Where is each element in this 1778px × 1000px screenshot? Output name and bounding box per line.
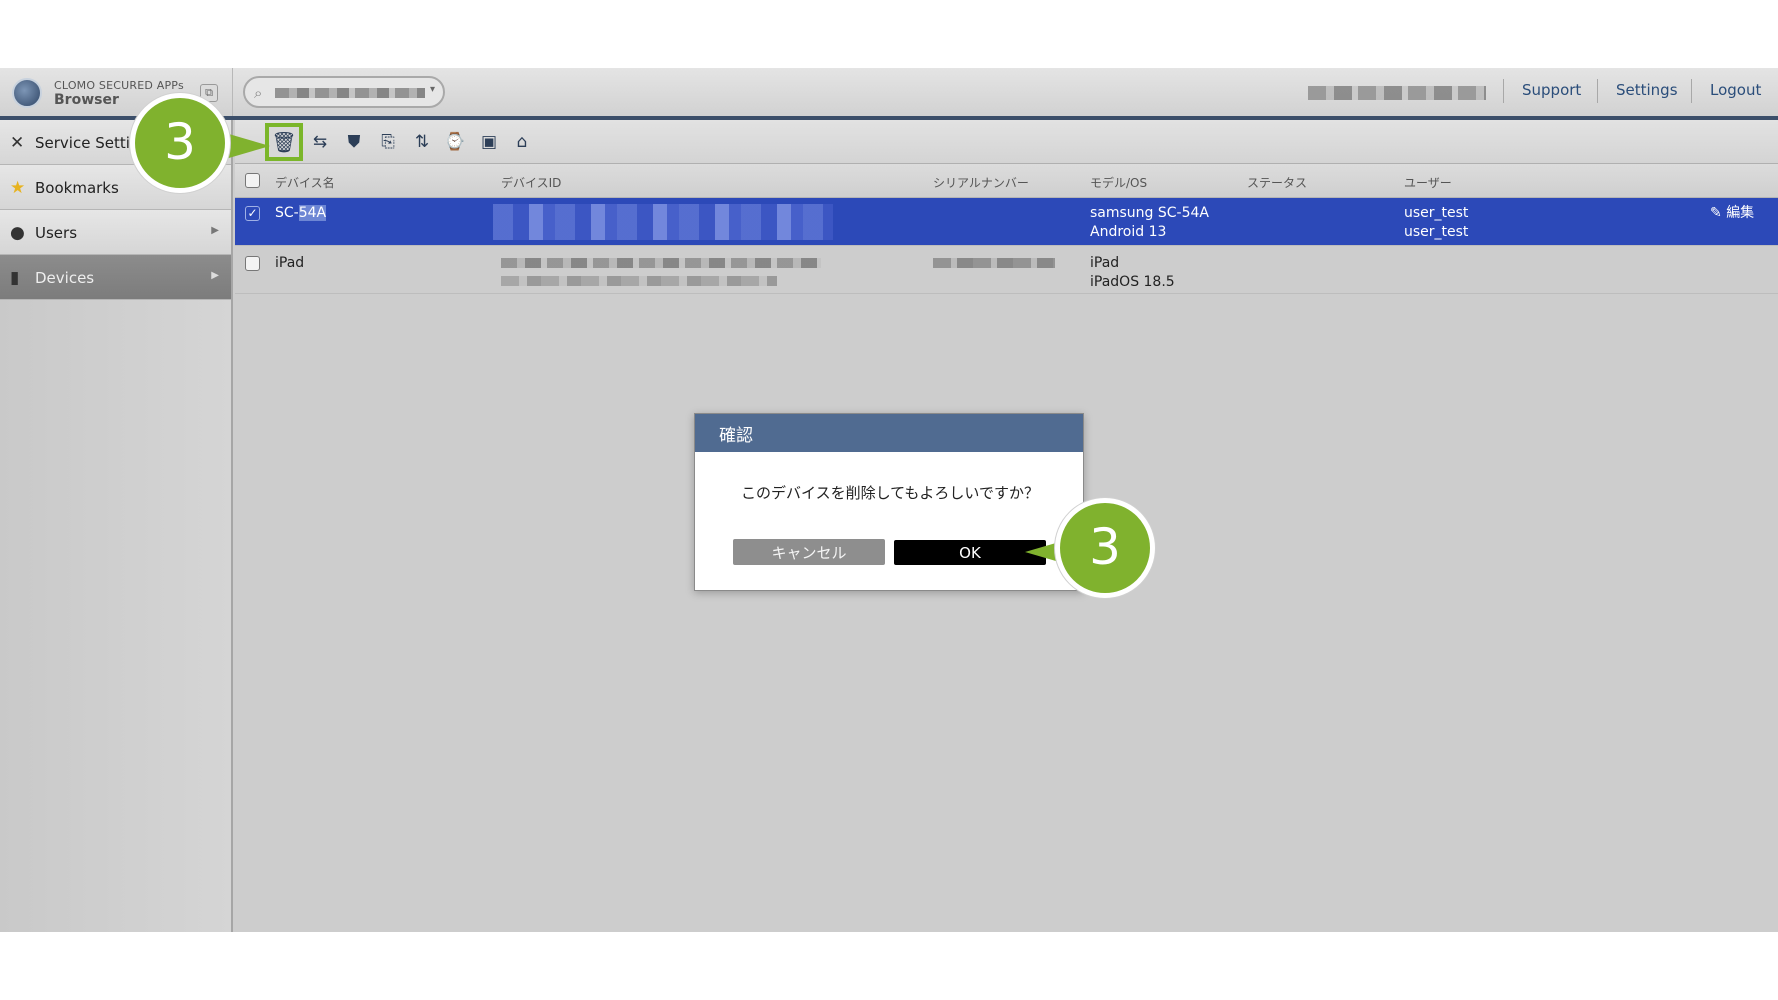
header-divider xyxy=(1691,79,1692,103)
device-lock-button[interactable]: ⌂ xyxy=(509,129,535,155)
dialog-title: 確認 xyxy=(695,414,1083,452)
sidebar-item-label: Bookmarks xyxy=(35,179,119,197)
brand-line1: CLOMO SECURED APPs xyxy=(54,79,184,92)
chevron-right-icon: ▶ xyxy=(211,225,219,236)
device-card-button[interactable]: ▣ xyxy=(476,129,502,155)
sidebar-item-devices[interactable]: ▮ Devices ▶ xyxy=(0,255,231,300)
sync-device-button[interactable]: ⇅ xyxy=(409,129,435,155)
export-icon: ⎘ xyxy=(381,132,395,152)
serial-masked xyxy=(933,258,1055,268)
user-cell-secondary: user_test xyxy=(1404,224,1469,240)
chevron-down-icon[interactable]: ▾ xyxy=(430,84,435,95)
pencil-icon: ✎ xyxy=(1710,205,1722,221)
account-name-masked xyxy=(1308,86,1486,100)
device-clock-icon: ⌚ xyxy=(444,132,466,152)
device-clock-button[interactable]: ⌚ xyxy=(442,129,468,155)
table-row[interactable]: iPad iPad iPadOS 18.5 xyxy=(235,246,1778,294)
column-header-model-os[interactable]: モデル/OS xyxy=(1090,174,1147,191)
id-card-icon: ▣ xyxy=(480,132,498,152)
device-lock-icon: ⌂ xyxy=(516,132,528,152)
model-cell: samsung SC-54A xyxy=(1090,205,1209,221)
header-divider xyxy=(1597,79,1598,103)
column-header-device-id[interactable]: デバイスID xyxy=(501,174,561,191)
device-table: デバイス名 デバイスID シリアルナンバー モデル/OS ステータス ユーザー … xyxy=(235,164,1778,294)
sidebar: ✕ Service Settin ★ Bookmarks ● Users ▶ ▮… xyxy=(0,120,233,932)
sidebar-item-label: Devices xyxy=(35,269,95,287)
device-toolbar: 🗑 ⇆ ⛊ ⎘ ⇅ ⌚ ▣ ⌂ xyxy=(235,120,1778,164)
header-bar: CLOMO SECURED APPs Browser ⧉ ⌕ ▾ Support… xyxy=(0,68,1778,120)
globe-logo-icon xyxy=(12,78,42,108)
header-divider xyxy=(1503,79,1504,103)
sidebar-item-label: Service Settin xyxy=(35,134,140,152)
column-header-user[interactable]: ユーザー xyxy=(1404,174,1452,191)
app-window: CLOMO SECURED APPs Browser ⧉ ⌕ ▾ Support… xyxy=(0,68,1778,932)
table-row[interactable]: ✓ SC-54A samsung SC-54A Android 13 user_… xyxy=(235,198,1778,246)
step-callout-dialog: 3 xyxy=(1055,498,1155,598)
tools-icon: ✕ xyxy=(10,133,25,153)
search-input[interactable]: ⌕ ▾ xyxy=(243,76,445,108)
ok-button[interactable]: OK xyxy=(894,540,1046,565)
trash-icon: 🗑 xyxy=(271,130,297,154)
device-id-masked xyxy=(501,276,777,286)
edit-label: 編集 xyxy=(1726,205,1755,221)
export-device-button[interactable]: ⎘ xyxy=(375,129,401,155)
row-checkbox[interactable] xyxy=(245,256,260,271)
star-icon: ★ xyxy=(10,178,26,198)
device-name-highlight: 54A xyxy=(298,205,327,221)
transfer-icon: ⇆ xyxy=(312,132,328,152)
column-header-serial[interactable]: シリアルナンバー xyxy=(933,174,1029,191)
user-assign-icon: ⛊ xyxy=(347,132,361,152)
delete-device-button[interactable]: 🗑 xyxy=(265,123,303,161)
edit-link[interactable]: ✎ 編集 xyxy=(1710,204,1754,223)
column-header-status[interactable]: ステータス xyxy=(1247,174,1307,191)
device-id-masked xyxy=(493,204,833,240)
device-name-prefix: SC- xyxy=(275,205,299,221)
step-callout-toolbar: 3 xyxy=(130,93,230,193)
search-value-masked xyxy=(275,88,425,98)
device-id-masked xyxy=(501,258,821,268)
device-icon: ▮ xyxy=(10,268,20,288)
model-cell: iPad xyxy=(1090,255,1120,271)
cancel-button[interactable]: キャンセル xyxy=(733,539,885,565)
user-cell: user_test xyxy=(1404,205,1469,221)
device-name-cell: iPad xyxy=(275,255,305,271)
device-name-cell: SC-54A xyxy=(275,204,327,223)
dialog-message: このデバイスを削除してもよろしいですか？ xyxy=(741,484,1039,502)
logout-link[interactable]: Logout xyxy=(1710,81,1761,99)
search-icon: ⌕ xyxy=(254,84,263,102)
table-header: デバイス名 デバイスID シリアルナンバー モデル/OS ステータス ユーザー xyxy=(235,164,1778,198)
sync-icon: ⇅ xyxy=(414,132,430,152)
support-link[interactable]: Support xyxy=(1522,81,1581,99)
sidebar-item-label: Users xyxy=(35,224,78,242)
user-icon: ● xyxy=(10,223,25,243)
os-cell: Android 13 xyxy=(1090,224,1167,240)
row-checkbox[interactable]: ✓ xyxy=(245,206,260,221)
chevron-right-icon: ▶ xyxy=(211,270,219,281)
transfer-device-button[interactable]: ⇆ xyxy=(307,129,333,155)
settings-link[interactable]: Settings xyxy=(1616,81,1678,99)
brand-line2: Browser xyxy=(54,92,119,108)
assign-user-button[interactable]: ⛊ xyxy=(341,129,367,155)
select-all-checkbox[interactable] xyxy=(245,173,260,188)
sidebar-item-users[interactable]: ● Users ▶ xyxy=(0,210,231,255)
os-cell: iPadOS 18.5 xyxy=(1090,274,1175,290)
column-header-device-name[interactable]: デバイス名 xyxy=(275,174,335,191)
